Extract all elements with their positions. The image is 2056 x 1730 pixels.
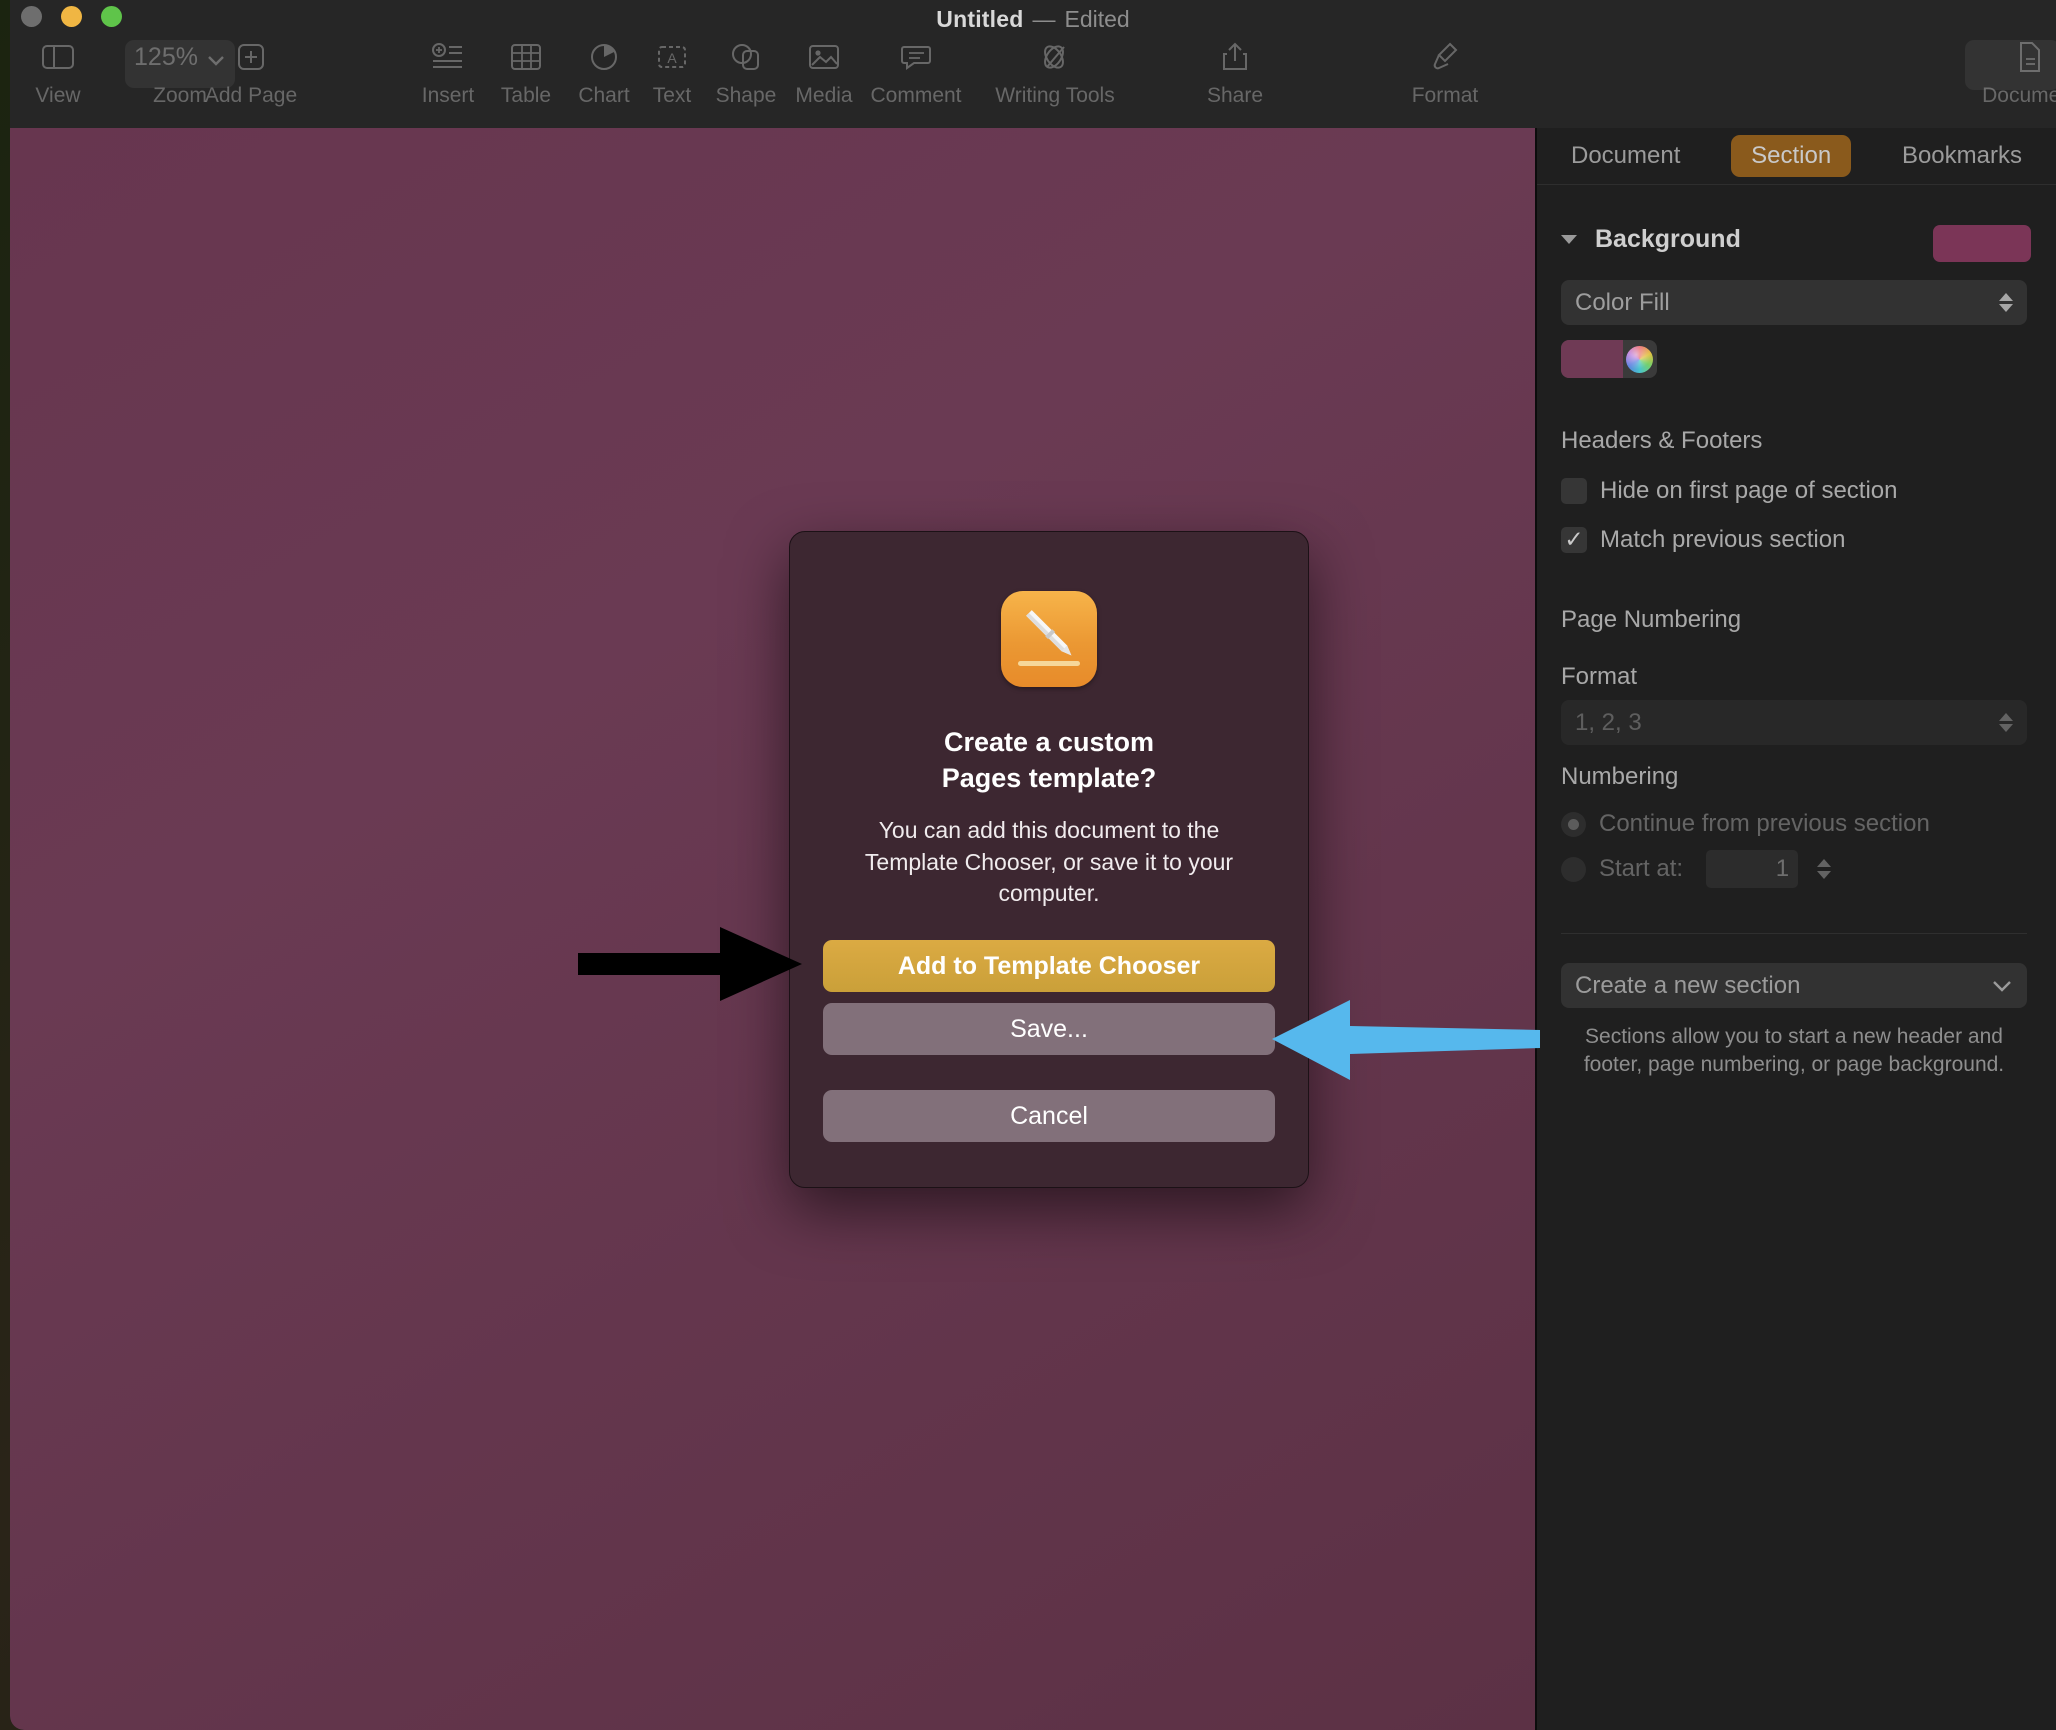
start-at-label: Start at: — [1599, 855, 1684, 882]
toolbar-label-shape: Shape — [715, 84, 777, 107]
document-icon — [2017, 36, 2043, 78]
background-label: Background — [1595, 225, 1741, 253]
document-edited-state: Edited — [1064, 5, 1130, 32]
pages-window: Untitled — Edited View 125% Zoom Add Pag… — [10, 0, 2056, 1730]
background-color-chip[interactable] — [1933, 225, 2031, 262]
dialog-title-line2: Pages template? — [941, 762, 1157, 793]
table-icon — [510, 36, 542, 78]
screen: Untitled — Edited View 125% Zoom Add Pag… — [0, 0, 2056, 1730]
title-separator: — — [1032, 5, 1056, 32]
format-brush-icon — [1430, 36, 1460, 78]
toolbar-item-comment[interactable]: Comment — [855, 36, 977, 108]
toolbar-label-insert: Insert — [421, 84, 475, 107]
toolbar-label-share: Share — [1206, 84, 1264, 107]
stepper-arrows-icon — [1999, 713, 2013, 732]
checkbox-box-checked[interactable] — [1561, 527, 1587, 553]
format-label: Format — [1561, 663, 1638, 690]
toolbar-label-view: View — [35, 84, 81, 107]
numbering-label: Numbering — [1561, 763, 1679, 790]
pages-icon-underline — [1018, 661, 1080, 666]
toolbar-item-document[interactable]: Document — [1965, 36, 2056, 108]
pages-app-icon — [1001, 591, 1097, 687]
document-title: Untitled — [936, 5, 1024, 32]
radio-continue-from-previous[interactable]: Continue from previous section — [1561, 810, 1930, 838]
share-icon — [1221, 36, 1249, 78]
toolbar-label-writing-tools: Writing Tools — [995, 84, 1115, 107]
page-number-format-value: 1, 2, 3 — [1575, 708, 1642, 736]
continue-from-previous-label: Continue from previous section — [1599, 810, 1930, 837]
toolbar-label-comment: Comment — [870, 84, 962, 107]
start-at-stepper[interactable] — [1817, 859, 1832, 879]
toolbar-label-add-page: Add Page — [204, 84, 298, 107]
toolbar-item-shape[interactable]: Shape — [700, 36, 792, 108]
tabs-divider — [1537, 184, 2056, 185]
dialog-title: Create a custom Pages template? — [839, 725, 1259, 797]
chevron-down-icon[interactable] — [1561, 235, 1577, 244]
color-wheel-icon[interactable] — [1626, 345, 1653, 373]
writing-tools-icon — [1038, 36, 1072, 78]
toolbar-item-writing-tools[interactable]: Writing Tools — [965, 36, 1145, 108]
add-page-icon — [236, 36, 266, 78]
fill-color-swatch[interactable] — [1561, 340, 1657, 378]
radio-button-selected[interactable] — [1561, 811, 1586, 837]
radio-button[interactable] — [1561, 856, 1586, 882]
toolbar-label-format: Format — [1411, 84, 1479, 107]
hide-on-first-page-label: Hide on first page of section — [1600, 477, 1898, 504]
hide-on-first-page-checkbox[interactable]: Hide on first page of section — [1561, 477, 1898, 505]
toolbar-item-format[interactable]: Format — [1390, 36, 1500, 108]
toolbar-label-media: Media — [795, 84, 853, 107]
svg-text:A: A — [667, 50, 677, 66]
section-divider — [1561, 933, 2027, 934]
tab-document[interactable]: Document — [1551, 135, 1700, 177]
stepper-up-icon[interactable] — [1817, 859, 1832, 867]
toolbar-item-share[interactable]: Share — [1185, 36, 1285, 108]
cancel-button[interactable]: Cancel — [823, 1090, 1275, 1143]
chevron-down-icon — [1993, 980, 2011, 992]
media-icon — [808, 36, 840, 78]
toolbar-label-document: Document — [1982, 84, 2056, 107]
toolbar-label-text: Text — [652, 84, 692, 107]
format-inspector: Document Section Bookmarks Background Co… — [1537, 128, 2056, 1730]
start-at-input[interactable]: 1 — [1706, 850, 1799, 888]
current-color-swatch[interactable] — [1561, 340, 1623, 378]
toolbar: Untitled — Edited View 125% Zoom Add Pag… — [10, 0, 2056, 128]
headers-footers-heading: Headers & Footers — [1561, 427, 1763, 454]
inspector-tabs: Document Section Bookmarks — [1537, 128, 2056, 184]
new-section-help-text: Sections allow you to start a new header… — [1583, 1025, 2005, 1076]
background-section-header[interactable]: Background — [1561, 225, 1741, 254]
dialog-body-text: You can add this document to the Templat… — [864, 816, 1234, 907]
checkbox-box[interactable] — [1561, 478, 1587, 504]
toolbar-item-add-page[interactable]: Add Page — [195, 36, 307, 108]
text-box-icon: A — [656, 36, 688, 78]
tab-bookmarks[interactable]: Bookmarks — [1882, 135, 2042, 177]
match-previous-section-checkbox[interactable]: Match previous section — [1561, 526, 1845, 554]
save-button[interactable]: Save... — [823, 1003, 1275, 1056]
page-number-format-select[interactable]: 1, 2, 3 — [1561, 700, 2027, 745]
create-new-section-value: Create a new section — [1575, 971, 1801, 999]
create-template-dialog: Create a custom Pages template? You can … — [789, 531, 1309, 1188]
fill-type-select[interactable]: Color Fill — [1561, 280, 2027, 325]
radio-start-at[interactable]: Start at: 1 — [1561, 850, 1832, 888]
toolbar-item-view[interactable]: View — [28, 36, 88, 108]
dialog-title-line1: Create a custom — [943, 727, 1155, 757]
page-numbering-heading: Page Numbering — [1561, 606, 1742, 633]
stepper-arrows-icon — [1999, 293, 2013, 312]
sidebar-icon — [41, 36, 75, 78]
toolbar-label-table: Table — [500, 84, 552, 107]
shape-icon — [730, 36, 762, 78]
tab-section[interactable]: Section — [1731, 135, 1852, 177]
start-at-value: 1 — [1775, 855, 1790, 882]
insert-icon — [431, 36, 465, 78]
match-previous-section-label: Match previous section — [1600, 526, 1846, 553]
comment-icon — [901, 36, 931, 78]
create-new-section-dropdown[interactable]: Create a new section — [1561, 963, 2027, 1008]
zoom-value: 125% — [134, 42, 198, 71]
chart-icon — [589, 36, 619, 78]
toolbar-items: View 125% Zoom Add Page Insert Table Cha… — [10, 30, 2056, 128]
add-to-template-chooser-button[interactable]: Add to Template Chooser — [823, 940, 1275, 993]
fill-type-value: Color Fill — [1575, 288, 1670, 316]
toolbar-label-chart: Chart — [578, 84, 630, 107]
stepper-down-icon[interactable] — [1817, 871, 1832, 879]
